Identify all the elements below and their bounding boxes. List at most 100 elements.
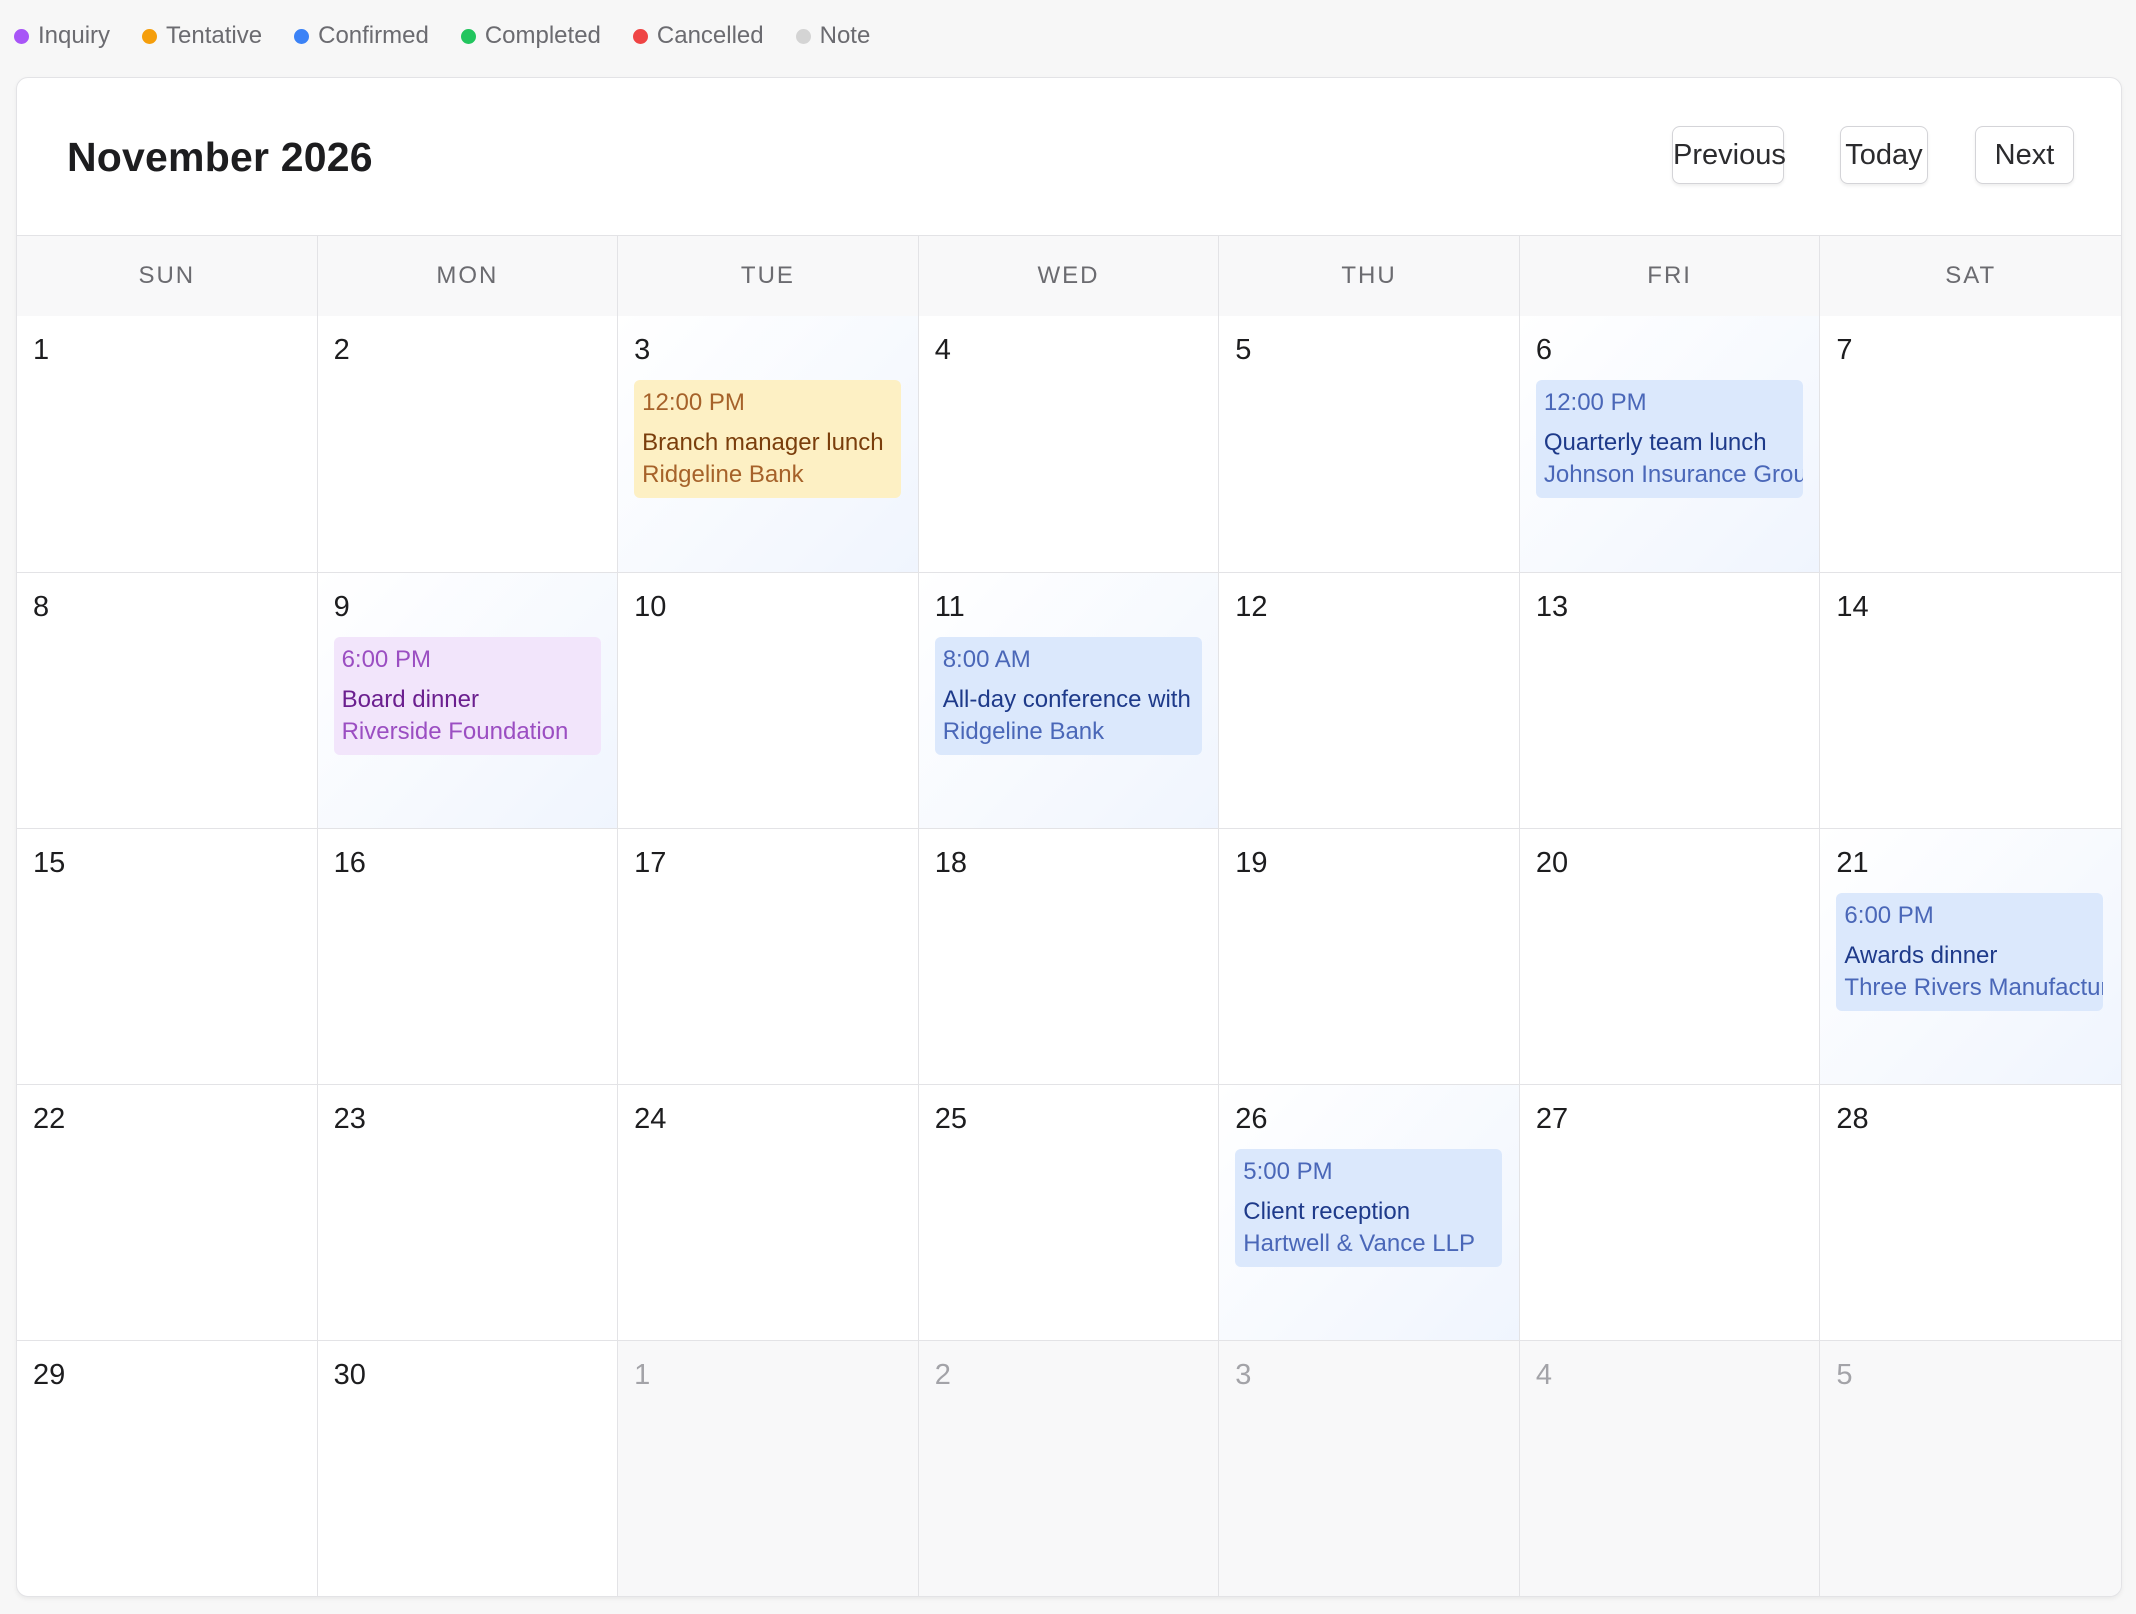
legend-item-confirmed: Confirmed — [294, 22, 429, 50]
day-cell[interactable]: 13 — [1520, 573, 1821, 828]
day-number: 4 — [934, 334, 951, 366]
day-cell[interactable]: 2 — [318, 316, 619, 572]
day-cell[interactable]: 28 — [1820, 1085, 2121, 1340]
day-number: 26 — [1235, 1103, 1268, 1135]
event-time: 8:00 AM — [942, 646, 1031, 673]
event-card[interactable]: 6:00 PM Awards dinner Three Rivers Manufac… — [1836, 893, 2104, 1011]
day-cell[interactable]: 3 12:00 PM Branch manager lunch Ridgeline B… — [618, 316, 919, 572]
event-card[interactable]: 12:00 PM Quarterly team lunch Johnson Insu… — [1535, 380, 1803, 498]
day-number: 28 — [1836, 1103, 1869, 1135]
day-number: 19 — [1235, 847, 1268, 879]
day-cell[interactable]: 25 — [919, 1085, 1220, 1340]
legend-label: Completed — [484, 22, 601, 49]
day-cell[interactable]: 14 — [1820, 573, 2121, 828]
day-cell[interactable]: 19 — [1219, 829, 1520, 1084]
day-cell[interactable]: 18 — [919, 829, 1220, 1084]
day-cell-next-month[interactable]: 2 — [918, 1341, 1220, 1596]
event-time: 6:00 PM — [1844, 902, 1934, 929]
day-cell[interactable]: 30 — [318, 1341, 619, 1596]
legend-item-cancelled: Cancelled — [632, 22, 764, 50]
day-cell[interactable]: 15 — [17, 829, 318, 1084]
day-number: 30 — [333, 1359, 366, 1391]
day-number: 3 — [1235, 1359, 1252, 1391]
day-number: 25 — [934, 1103, 967, 1135]
weekday-header-sun: SUN — [17, 236, 318, 316]
day-cell[interactable]: 27 — [1520, 1085, 1821, 1340]
legend-dot-icon — [632, 28, 648, 44]
day-cell[interactable]: 6 12:00 PM Quarterly team lunch Johnson Ins… — [1519, 316, 1821, 572]
day-cell[interactable]: 4 — [919, 316, 1220, 572]
day-cell[interactable]: 12 — [1219, 573, 1520, 828]
day-cell[interactable]: 7 — [1820, 316, 2121, 572]
calendar-header: November 2026 Previous Today Next — [17, 78, 2121, 236]
weekday-header-thu: THU — [1219, 236, 1520, 316]
week-row: 1 2 3 12:00 PM Branch manager lunch Ridgeline… — [17, 316, 2121, 572]
event-title: Awards dinner — [1844, 942, 1998, 969]
today-button[interactable]: Today — [1840, 126, 1928, 184]
previous-button[interactable]: Previous — [1672, 126, 1786, 184]
day-number: 21 — [1836, 847, 1869, 879]
event-title: Quarterly team lunch — [1543, 429, 1767, 456]
day-cell[interactable]: 9 6:00 PM Board dinner Riverside Foundation — [317, 573, 619, 828]
day-cell[interactable]: 1 — [17, 316, 318, 572]
weekday-header-fri: FRI — [1520, 236, 1821, 316]
event-title: All-day conference with — [942, 686, 1191, 713]
day-number: 8 — [33, 591, 50, 623]
day-number: 29 — [33, 1359, 66, 1391]
day-number: 5 — [1235, 334, 1252, 366]
day-cell-next-month[interactable]: 3 — [1219, 1341, 1520, 1596]
week-row: 22 23 24 25 26 5:00 PM Client reception Hartwel… — [17, 1084, 2121, 1340]
day-cell[interactable]: 22 — [17, 1085, 318, 1340]
legend-label: Note — [819, 22, 871, 49]
weekday-header-sat: SAT — [1945, 262, 1997, 289]
legend-item-completed: Completed — [460, 22, 601, 50]
day-cell[interactable]: 10 — [618, 573, 919, 828]
weekday-header-row: SUN MON TUE WED THU FRI SAT — [17, 236, 2121, 316]
day-number: 6 — [1535, 334, 1552, 366]
day-cell[interactable]: 5 — [1219, 316, 1520, 572]
event-time: 5:00 PM — [1243, 1158, 1333, 1185]
day-cell[interactable]: 29 — [17, 1341, 318, 1596]
weekday-header-wed: WED — [919, 236, 1220, 316]
week-row: 29 30 1 2 3 4 5 — [17, 1340, 2121, 1596]
day-cell[interactable]: 23 — [318, 1085, 619, 1340]
legend-label: Confirmed — [318, 22, 429, 49]
day-cell[interactable]: 20 — [1520, 829, 1821, 1084]
legend-label: Cancelled — [656, 22, 764, 49]
weekday-header-tue: TUE — [618, 236, 919, 316]
day-number: 17 — [634, 847, 667, 879]
day-cell[interactable]: 17 — [618, 829, 919, 1084]
event-title: Branch manager lunch — [642, 429, 884, 456]
month-grid: SUN MON TUE WED THU FRI SAT 1 2 3 12:00 PM Branch … — [17, 236, 2121, 1596]
calendar-card: November 2026 Previous Today Next SUN MON… — [16, 77, 2122, 1597]
day-cell[interactable]: 21 6:00 PM Awards dinner Three Rivers Manuf… — [1820, 829, 2121, 1084]
day-number: 13 — [1535, 591, 1569, 623]
legend-item-note: Note — [795, 22, 871, 50]
event-title: Client reception — [1243, 1198, 1411, 1225]
day-number: 9 — [333, 591, 350, 623]
day-cell-next-month[interactable]: 5 — [1820, 1341, 2121, 1596]
event-client: Hartwell & Vance LLP — [1243, 1230, 1475, 1257]
event-client: Ridgeline Bank — [642, 461, 804, 488]
month-title: November 2026 — [67, 134, 373, 180]
weeks-container: 1 2 3 12:00 PM Branch manager lunch Ridgeline… — [17, 316, 2121, 1596]
event-card[interactable]: 8:00 AM All-day conference with Ridgeline … — [934, 637, 1202, 755]
legend-dot-icon — [14, 28, 29, 44]
status-legend: Inquiry Tentative Confirmed Completed Cancel… — [14, 18, 902, 54]
day-cell[interactable]: 11 8:00 AM All-day conference with Ridgelin… — [918, 573, 1220, 828]
day-cell-next-month[interactable]: 4 — [1519, 1341, 1821, 1596]
day-cell-next-month[interactable]: 1 — [618, 1341, 919, 1596]
legend-dot-icon — [460, 28, 476, 44]
day-cell[interactable]: 24 — [618, 1085, 919, 1340]
event-time: 12:00 PM — [642, 389, 745, 416]
day-cell[interactable]: 26 5:00 PM Client reception Hartwell & Vanc… — [1219, 1085, 1520, 1340]
day-cell[interactable]: 16 — [318, 829, 619, 1084]
day-number: 15 — [33, 847, 66, 879]
event-card[interactable]: 5:00 PM Client reception Hartwell & Vance … — [1235, 1149, 1503, 1267]
next-button[interactable]: Next — [1975, 126, 2074, 184]
day-number: 5 — [1836, 1359, 1853, 1391]
event-card[interactable]: 6:00 PM Board dinner Riverside Foundation — [333, 637, 601, 755]
day-cell[interactable]: 8 — [17, 573, 318, 828]
day-number: 14 — [1836, 591, 1869, 623]
event-card[interactable]: 12:00 PM Branch manager lunch Ridgeline Ba… — [634, 380, 902, 498]
